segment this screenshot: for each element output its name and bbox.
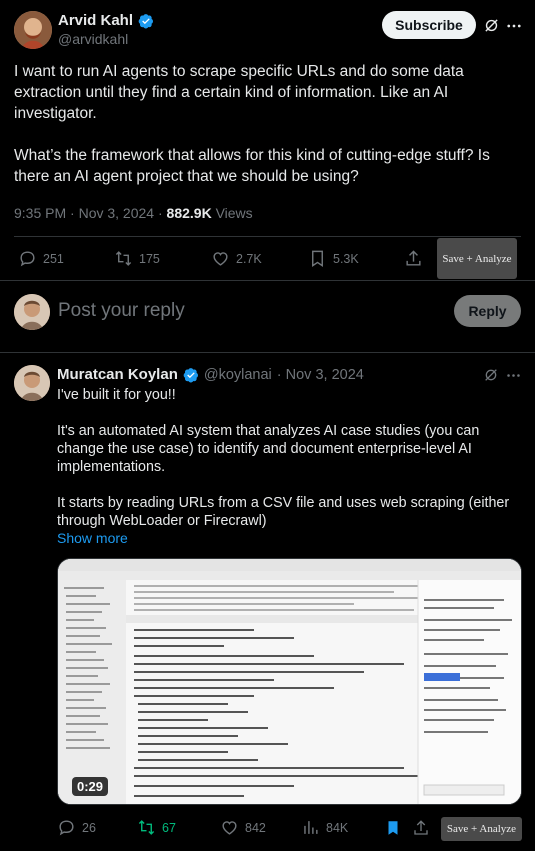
reply-button[interactable]: Reply — [454, 295, 521, 327]
reply-action[interactable]: 251 — [18, 249, 64, 268]
repost-action[interactable]: 67 — [137, 818, 176, 837]
reply-video[interactable]: 0:29 — [57, 558, 522, 805]
share-icon — [406, 250, 421, 266]
reply-header: Muratcan Koylan @koylanai · Nov 3, 2024 — [57, 366, 364, 383]
share-action[interactable] — [404, 249, 423, 268]
like-action[interactable]: 2.7K — [211, 249, 262, 268]
bookmark-icon[interactable] — [384, 819, 402, 837]
more-icon[interactable] — [505, 367, 522, 384]
tweet-text: I want to run AI agents to scrape specif… — [14, 63, 490, 185]
like-icon — [222, 821, 237, 835]
tweet-meta: 9:35 PM · Nov 3, 2024 · 882.9K Views — [14, 205, 253, 221]
show-more-link[interactable]: Show more — [57, 530, 128, 546]
reply-action[interactable]: 26 — [57, 818, 96, 837]
subscribe-button[interactable]: Subscribe — [382, 11, 476, 39]
views-count: 882.9K — [166, 205, 212, 221]
divider — [14, 236, 521, 237]
save-analyze-button[interactable]: Save + Analyze — [437, 238, 517, 279]
bookmark-icon — [312, 250, 323, 267]
share-icon[interactable] — [412, 819, 430, 837]
more-icon[interactable] — [505, 17, 523, 35]
views-action[interactable]: 84K — [301, 818, 348, 837]
views-label: Views — [215, 205, 253, 221]
repost-icon — [138, 820, 155, 835]
repost-action[interactable]: 175 — [114, 249, 160, 268]
author-avatar[interactable] — [14, 11, 52, 49]
grok-icon[interactable] — [483, 367, 499, 383]
reply-icon — [59, 820, 74, 836]
reply-actions: 26 67 842 84K Save + Analyze — [57, 817, 522, 841]
verified-icon — [138, 13, 154, 28]
verified-icon — [183, 367, 198, 382]
reply-text: I've built it for you!! It's an automate… — [57, 387, 510, 529]
save-analyze-button[interactable]: Save + Analyze — [441, 817, 522, 841]
reply-author-avatar[interactable] — [14, 365, 50, 401]
tweet-actions: 251 175 2.7K 5.3K Save + Analyze — [14, 238, 521, 279]
repost-icon — [115, 251, 132, 266]
author-name[interactable]: Arvid Kahl — [58, 12, 133, 29]
divider — [0, 280, 535, 281]
reply-input[interactable]: Post your reply — [58, 300, 185, 322]
views-icon — [304, 821, 318, 834]
reply-date[interactable]: · Nov 3, 2024 — [277, 367, 364, 383]
like-icon — [213, 252, 228, 266]
reply-icon — [20, 251, 35, 267]
divider — [0, 352, 535, 353]
user-avatar[interactable] — [14, 294, 50, 330]
grok-icon[interactable] — [483, 17, 500, 34]
author-handle[interactable]: @arvidkahl — [58, 31, 154, 47]
video-frame — [58, 559, 521, 804]
like-action[interactable]: 842 — [220, 818, 266, 837]
video-duration: 0:29 — [72, 777, 109, 796]
reply-author-name[interactable]: Muratcan Koylan — [57, 366, 178, 383]
bookmark-action[interactable]: 5.3K — [308, 249, 359, 268]
reply-author-handle[interactable]: @koylanai — [204, 367, 272, 383]
tweet-time[interactable]: 9:35 PM · Nov 3, 2024 · — [14, 205, 163, 221]
